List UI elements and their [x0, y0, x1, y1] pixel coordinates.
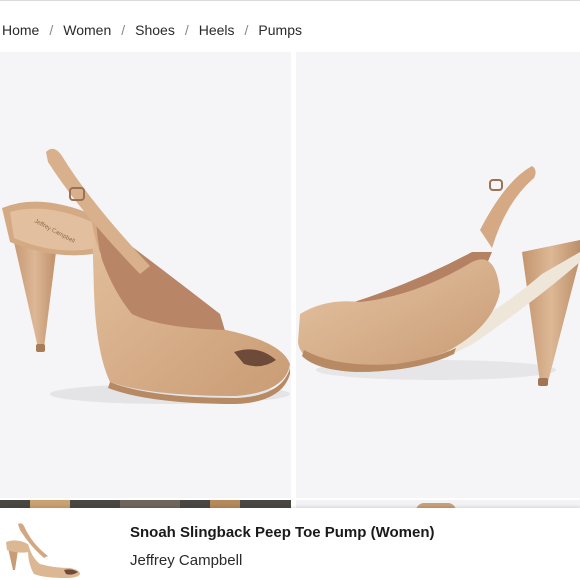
breadcrumb-women[interactable]: Women: [63, 22, 111, 38]
product-image-side-view[interactable]: Jeffrey Campbell: [0, 52, 291, 498]
breadcrumb-shoes[interactable]: Shoes: [135, 22, 175, 38]
shoe-front-illustration: [298, 166, 580, 386]
product-image-front-view[interactable]: [296, 52, 580, 498]
product-brand[interactable]: Jeffrey Campbell: [130, 552, 242, 569]
breadcrumb-heels[interactable]: Heels: [199, 22, 235, 38]
sticky-product-bar: Snoah Slingback Peep Toe Pump (Women) Je…: [0, 508, 580, 580]
breadcrumb-separator: /: [184, 22, 189, 38]
product-title[interactable]: Snoah Slingback Peep Toe Pump (Women): [130, 524, 434, 541]
top-divider: [0, 0, 580, 1]
breadcrumb-separator: /: [121, 22, 126, 38]
breadcrumb-pumps[interactable]: Pumps: [258, 22, 302, 38]
shoe-side-illustration: Jeffrey Campbell: [2, 148, 290, 404]
breadcrumb-separator: /: [244, 22, 249, 38]
product-thumbnail[interactable]: [4, 514, 82, 578]
breadcrumb: Home / Women / Shoes / Heels / Pumps: [2, 20, 302, 40]
breadcrumb-home[interactable]: Home: [2, 22, 39, 38]
breadcrumb-separator: /: [49, 22, 54, 38]
